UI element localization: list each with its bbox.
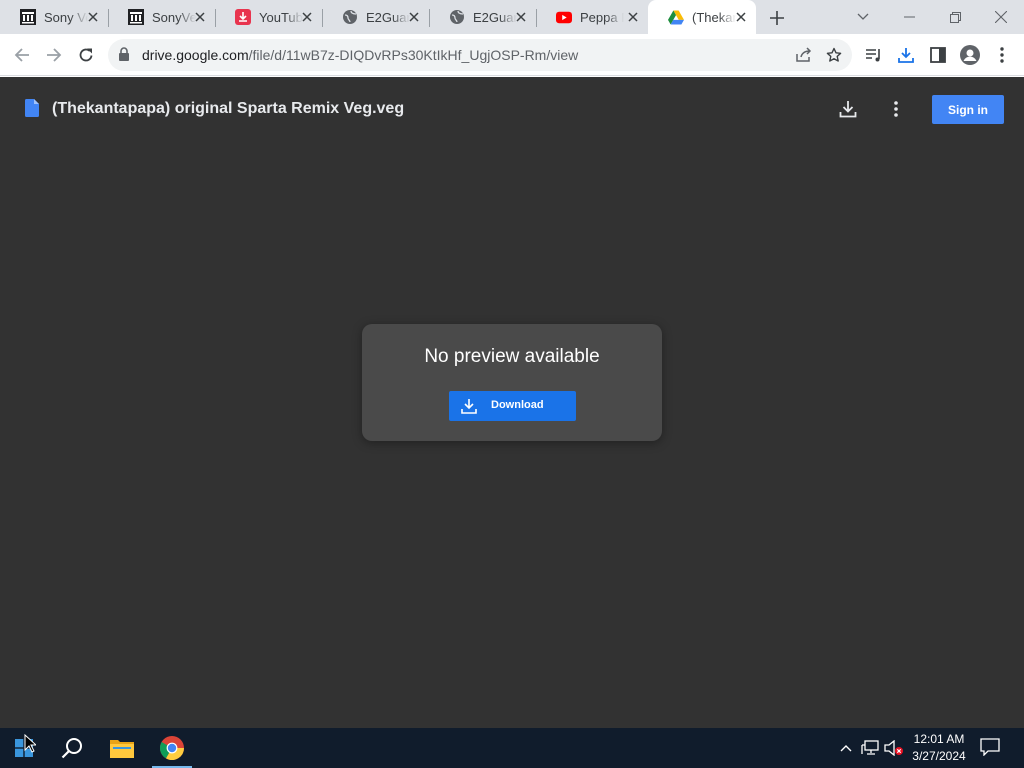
viewer-more-button[interactable] bbox=[882, 95, 910, 123]
viewer-download-button[interactable] bbox=[834, 95, 862, 123]
more-vert-icon bbox=[894, 101, 898, 117]
chrome-icon bbox=[160, 736, 184, 760]
close-tab-icon[interactable] bbox=[300, 10, 314, 24]
tab-title: YouTube bbox=[259, 9, 303, 25]
download-icon bbox=[461, 398, 477, 419]
folder-icon bbox=[110, 740, 134, 758]
system-clock[interactable]: 12:01 AM 3/27/2024 bbox=[906, 731, 972, 765]
tab-search-button[interactable] bbox=[840, 0, 886, 34]
tab-e2guardian-1[interactable]: E2Guard bbox=[322, 0, 430, 34]
more-vert-icon bbox=[1000, 47, 1004, 63]
side-panel-icon bbox=[930, 47, 946, 63]
show-hidden-icons-button[interactable] bbox=[836, 738, 856, 758]
tab-e2guardian-2[interactable]: E2Guard bbox=[429, 0, 537, 34]
file-explorer-button[interactable] bbox=[98, 728, 146, 768]
museum-icon bbox=[20, 9, 36, 25]
minimize-icon bbox=[903, 16, 915, 18]
close-tab-icon[interactable] bbox=[193, 10, 207, 24]
download-app-icon bbox=[235, 9, 251, 25]
drive-file-viewer: (Thekantapapa) original Sparta Remix Veg… bbox=[0, 77, 1024, 728]
tab-title: E2Guard bbox=[366, 9, 410, 25]
tab-strip: Sony Ve SonyVe YouTube E2Guard E2Guard bbox=[0, 0, 1024, 34]
windows-taskbar: 12:01 AM 3/27/2024 bbox=[0, 728, 1024, 768]
tab-peppa-pig[interactable]: Peppa P bbox=[536, 0, 648, 34]
back-button[interactable] bbox=[8, 41, 36, 69]
museum-icon bbox=[128, 9, 144, 25]
tab-title: E2Guard bbox=[473, 9, 517, 25]
sign-in-button[interactable]: Sign in bbox=[932, 95, 1004, 124]
bookmark-button[interactable] bbox=[820, 41, 848, 69]
close-tab-icon[interactable] bbox=[407, 10, 421, 24]
download-button[interactable]: Download bbox=[449, 391, 576, 421]
google-drive-icon bbox=[668, 9, 684, 25]
close-tab-icon[interactable] bbox=[514, 10, 528, 24]
arrow-left-icon bbox=[14, 48, 29, 62]
notification-icon bbox=[980, 738, 1000, 757]
viewer-header: (Thekantapapa) original Sparta Remix Veg… bbox=[0, 77, 1024, 141]
share-icon bbox=[796, 47, 812, 62]
tab-youtube-downloader[interactable]: YouTube bbox=[215, 0, 323, 34]
share-button[interactable] bbox=[790, 41, 818, 69]
avatar-icon bbox=[960, 45, 980, 65]
restore-icon bbox=[949, 11, 961, 23]
plus-icon bbox=[770, 11, 784, 25]
tab-sony-vegas-1[interactable]: Sony Ve bbox=[0, 0, 109, 34]
reload-button[interactable] bbox=[72, 41, 100, 69]
minimize-button[interactable] bbox=[886, 0, 932, 34]
close-icon bbox=[995, 11, 1007, 23]
forward-button[interactable] bbox=[40, 41, 68, 69]
restore-button[interactable] bbox=[932, 0, 978, 34]
new-tab-button[interactable] bbox=[766, 7, 788, 29]
mouse-cursor-icon bbox=[24, 733, 38, 758]
browser-toolbar: drive.google.com/file/d/11wB7z-DIQDvRPs3… bbox=[0, 34, 1024, 76]
profile-button[interactable] bbox=[956, 41, 984, 69]
action-center-button[interactable] bbox=[980, 738, 1002, 758]
no-preview-card: No preview available Download bbox=[362, 324, 662, 441]
chevron-up-icon bbox=[840, 745, 852, 752]
globe-icon bbox=[342, 9, 358, 25]
tab-title: (Thekan bbox=[692, 9, 736, 25]
close-tab-icon[interactable] bbox=[734, 10, 748, 24]
chrome-taskbar-button[interactable] bbox=[148, 728, 196, 768]
volume-button[interactable] bbox=[884, 738, 904, 758]
network-icon bbox=[861, 740, 879, 755]
download-icon bbox=[898, 48, 914, 63]
arrow-right-icon bbox=[47, 48, 62, 62]
media-control-button[interactable] bbox=[860, 41, 888, 69]
side-panel-button[interactable] bbox=[924, 41, 952, 69]
downloads-button[interactable] bbox=[892, 41, 920, 69]
reload-icon bbox=[79, 48, 93, 62]
close-tab-icon[interactable] bbox=[86, 10, 100, 24]
volume-muted-icon bbox=[884, 740, 903, 756]
search-icon bbox=[61, 738, 82, 759]
network-button[interactable] bbox=[860, 738, 880, 758]
tab-title: SonyVe bbox=[152, 9, 196, 25]
lock-icon[interactable] bbox=[118, 47, 130, 67]
address-bar[interactable]: drive.google.com/file/d/11wB7z-DIQDvRPs3… bbox=[108, 39, 852, 71]
tab-google-drive[interactable]: (Thekan bbox=[648, 0, 756, 34]
url-path: /file/d/11wB7z-DIQDvRPs30KtIkHf_UgjOSP-R… bbox=[248, 47, 579, 63]
clock-time: 12:01 AM bbox=[913, 732, 965, 746]
close-tab-icon[interactable] bbox=[626, 10, 640, 24]
tab-title: Peppa P bbox=[580, 9, 624, 25]
tab-sony-vegas-2[interactable]: SonyVe bbox=[108, 0, 216, 34]
globe-icon bbox=[449, 9, 465, 25]
close-window-button[interactable] bbox=[978, 0, 1024, 34]
star-icon bbox=[826, 47, 842, 62]
file-title: (Thekantapapa) original Sparta Remix Veg… bbox=[52, 100, 405, 117]
download-label: Download bbox=[491, 399, 544, 411]
chevron-down-icon bbox=[857, 13, 869, 20]
no-preview-message: No preview available bbox=[424, 346, 600, 367]
chrome-menu-button[interactable] bbox=[988, 41, 1016, 69]
clock-date: 3/27/2024 bbox=[912, 749, 966, 763]
url-text[interactable]: drive.google.com/file/d/11wB7z-DIQDvRPs3… bbox=[142, 47, 578, 63]
tab-title: Sony Ve bbox=[44, 9, 88, 25]
download-icon bbox=[839, 101, 857, 118]
file-icon bbox=[25, 99, 39, 122]
url-host: drive.google.com bbox=[142, 47, 249, 63]
playlist-icon bbox=[866, 49, 880, 62]
youtube-icon bbox=[556, 9, 572, 25]
search-button[interactable] bbox=[48, 728, 96, 768]
